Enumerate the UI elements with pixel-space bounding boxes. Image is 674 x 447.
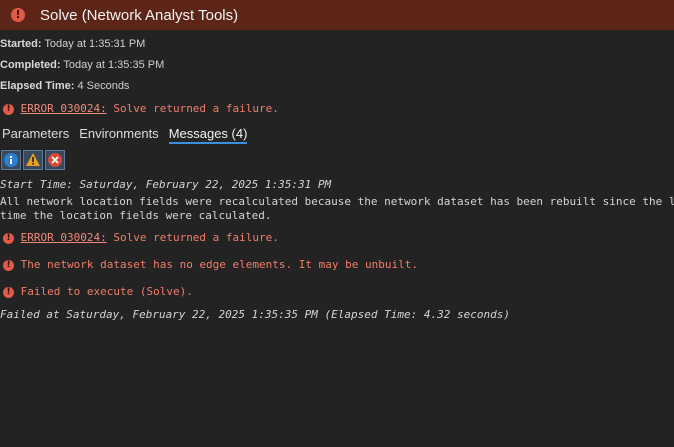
started-row: Started: Today at 1:35:31 PM: [0, 38, 145, 50]
message-error-1: ! ERROR 030024: Solve returned a failure…: [3, 231, 279, 244]
error-code-link[interactable]: ERROR 030024:: [21, 231, 107, 244]
started-value: Today at 1:35:31 PM: [44, 38, 146, 50]
completed-row: Completed: Today at 1:35:35 PM: [0, 59, 164, 71]
completed-value: Today at 1:35:35 PM: [63, 59, 165, 71]
error-message: The network dataset has no edge elements…: [20, 258, 418, 271]
window-title: Solve (Network Analyst Tools): [40, 6, 239, 24]
message-recalc-line2: time the location fields were calculated…: [0, 209, 272, 222]
error-code-link[interactable]: ERROR 030024:: [21, 102, 107, 115]
error-icon: [48, 153, 62, 167]
tab-environments[interactable]: Environments: [79, 126, 158, 144]
filter-warning-button[interactable]: [23, 150, 43, 170]
elapsed-label: Elapsed Time:: [0, 80, 75, 92]
warning-icon: [26, 153, 40, 166]
message-error-2: ! The network dataset has no edge elemen…: [3, 258, 418, 271]
tab-parameters[interactable]: Parameters: [2, 126, 69, 144]
tab-messages[interactable]: Messages (4): [168, 126, 248, 144]
tab-bar: Parameters Environments Messages (4): [2, 126, 248, 144]
elapsed-value: 4 Seconds: [77, 80, 130, 92]
error-icon: !: [3, 232, 14, 244]
title-bar: ! Solve (Network Analyst Tools): [0, 0, 674, 30]
error-icon: !: [3, 103, 14, 115]
error-icon: !: [3, 286, 14, 298]
summary-error: ! ERROR 030024: Solve returned a failure…: [3, 102, 279, 115]
completed-label: Completed:: [0, 59, 61, 71]
info-icon: [4, 153, 18, 167]
error-status-icon: !: [11, 8, 25, 22]
filter-info-button[interactable]: [1, 150, 21, 170]
message-start-time: Start Time: Saturday, February 22, 2025 …: [0, 178, 332, 191]
error-icon: !: [3, 259, 14, 271]
started-label: Started:: [0, 38, 42, 50]
error-message: Solve returned a failure.: [106, 231, 279, 244]
error-message: Solve returned a failure.: [106, 102, 279, 115]
message-failed-at: Failed at Saturday, February 22, 2025 1:…: [0, 308, 510, 321]
message-recalc-line1: All network location fields were recalcu…: [0, 195, 674, 208]
error-message: Failed to execute (Solve).: [20, 285, 193, 298]
filter-error-button[interactable]: [45, 150, 65, 170]
elapsed-row: Elapsed Time: 4 Seconds: [0, 80, 129, 92]
message-error-3: ! Failed to execute (Solve).: [3, 285, 193, 298]
message-filter-bar: [1, 150, 65, 170]
